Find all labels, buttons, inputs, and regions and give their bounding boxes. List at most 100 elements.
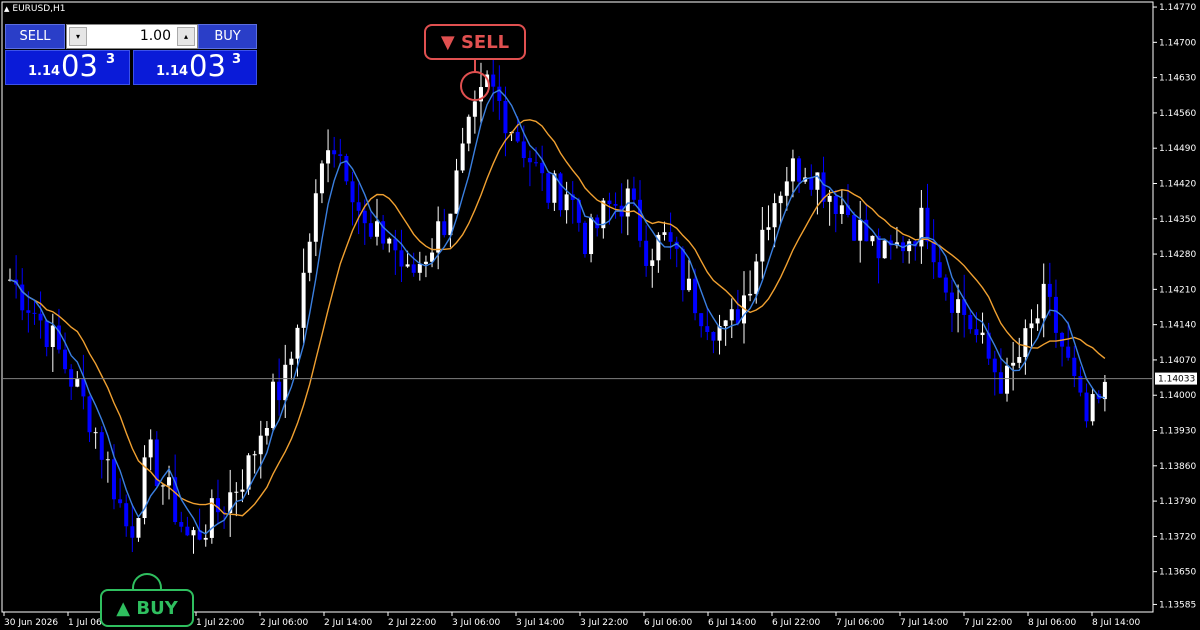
bull-candle: [1035, 318, 1040, 324]
bear-candle: [693, 278, 698, 314]
bull-candle: [980, 332, 985, 336]
bull-candle: [778, 195, 783, 204]
bull-candle: [827, 195, 832, 202]
bull-candle: [686, 278, 691, 291]
bull-candle: [748, 293, 753, 296]
bear-candle: [613, 204, 618, 206]
x-tick-label: 30 Jun 2026: [4, 618, 58, 628]
bull-candle: [301, 272, 306, 328]
y-tick-label: 1.14000: [1159, 391, 1196, 401]
y-tick-label: 1.14630: [1159, 74, 1196, 84]
bear-candle: [124, 503, 129, 527]
y-tick-label: 1.14350: [1159, 215, 1196, 225]
bear-candle: [277, 381, 282, 401]
y-tick-label: 1.13585: [1159, 600, 1196, 610]
bull-candle: [203, 537, 208, 540]
sell-price-pips: 03: [61, 49, 98, 83]
bull-candle: [136, 518, 141, 538]
y-tick-label: 1.14070: [1159, 356, 1196, 366]
y-tick-label: 1.14770: [1159, 3, 1196, 13]
bull-candle: [858, 219, 863, 241]
buy-price-pips: 03: [189, 49, 226, 83]
bear-candle: [38, 313, 43, 321]
bear-candle: [699, 313, 704, 327]
buy-price-prefix: 1.14: [156, 64, 189, 79]
bull-candle: [650, 260, 655, 266]
lot-size-input[interactable]: 1.00: [140, 28, 171, 44]
sell-price-button[interactable]: 1.14 03 3: [5, 49, 130, 85]
bear-candle: [833, 195, 838, 214]
sell-price-prefix: 1.14: [28, 64, 61, 79]
buy-price-button[interactable]: 1.14 03 3: [133, 49, 257, 85]
sell-button[interactable]: SELL: [5, 24, 65, 49]
bull-candle: [387, 238, 392, 244]
y-tick-label: 1.14210: [1159, 285, 1196, 295]
bull-candle: [148, 439, 153, 458]
bull-candle: [1029, 323, 1034, 329]
bear-candle: [644, 240, 649, 266]
bull-candle: [882, 240, 887, 259]
bear-candle: [931, 241, 936, 263]
bear-candle: [491, 74, 496, 87]
lot-size-control[interactable]: ▾ 1.00 ▴: [66, 24, 198, 49]
bear-candle: [356, 202, 361, 211]
bull-candle: [1023, 328, 1028, 358]
bull-candle: [307, 241, 312, 273]
buy-button[interactable]: BUY: [198, 24, 257, 49]
bear-candle: [338, 154, 343, 156]
y-tick-label: 1.14420: [1159, 179, 1196, 189]
bull-candle: [167, 477, 172, 486]
bull-candle: [729, 309, 734, 321]
bear-candle: [540, 162, 545, 174]
current-price-label: 1.14033: [1158, 375, 1195, 385]
bear-candle: [534, 162, 539, 164]
bear-candle: [582, 222, 587, 255]
bull-candle: [191, 530, 196, 536]
y-tick-label: 1.13790: [1159, 497, 1196, 507]
y-tick-label: 1.13930: [1159, 427, 1196, 437]
bull-candle: [1011, 362, 1016, 366]
bear-candle: [558, 173, 563, 211]
bull-candle: [754, 261, 759, 294]
bull-candle: [313, 193, 318, 242]
bear-candle: [631, 188, 636, 200]
bull-candle: [93, 432, 98, 434]
bear-candle: [949, 292, 954, 313]
y-tick-label: 1.13720: [1159, 532, 1196, 542]
bear-candle: [362, 210, 367, 224]
bull-candle: [75, 379, 80, 387]
bull-candle: [956, 299, 961, 313]
bear-candle: [185, 526, 190, 536]
x-tick-label: 3 Jul 22:00: [580, 618, 629, 628]
lot-increase-icon[interactable]: ▴: [177, 27, 195, 46]
buy-signal-label: ▲ BUY: [100, 589, 194, 627]
bear-candle: [998, 372, 1003, 394]
bear-candle: [852, 215, 857, 241]
bull-candle: [252, 454, 257, 456]
x-tick-label: 6 Jul 14:00: [708, 618, 757, 628]
sell-signal-label: ▼ SELL: [424, 24, 526, 60]
bear-candle: [1053, 296, 1058, 333]
bull-candle: [564, 194, 569, 211]
bull-candle: [766, 227, 771, 230]
bull-candle: [1017, 357, 1022, 363]
bear-candle: [130, 526, 135, 538]
bull-candle: [271, 381, 276, 429]
buy-price-fraction: 3: [232, 52, 242, 67]
bear-candle: [992, 358, 997, 373]
y-tick-label: 1.14490: [1159, 144, 1196, 154]
bear-candle: [411, 264, 416, 273]
bull-candle: [760, 229, 765, 262]
lot-decrease-icon[interactable]: ▾: [69, 27, 87, 46]
bear-candle: [546, 173, 551, 203]
bear-candle: [368, 223, 373, 237]
bear-candle: [1047, 283, 1052, 297]
x-tick-label: 3 Jul 14:00: [516, 618, 565, 628]
bull-candle: [907, 241, 912, 252]
bear-candle: [937, 262, 942, 278]
bull-candle: [1102, 381, 1107, 400]
bear-candle: [111, 459, 116, 500]
symbol-text: EURUSD,H1: [12, 4, 66, 14]
price-chart[interactable]: 1.14033 1.147701.147001.146301.145601.14…: [0, 0, 1200, 630]
bear-candle: [69, 369, 74, 387]
